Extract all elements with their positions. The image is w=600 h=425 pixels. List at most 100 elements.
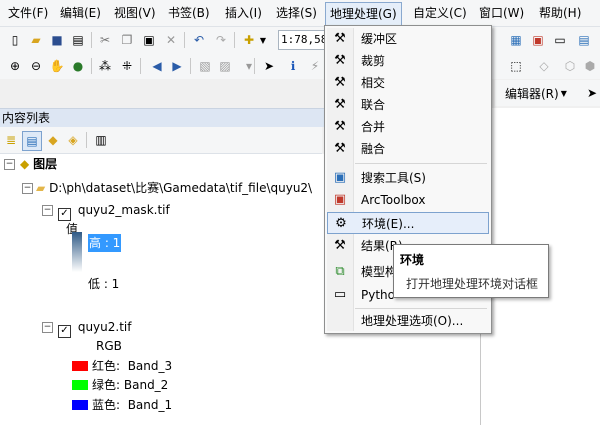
toolbox-icon[interactable]: ▣: [529, 31, 547, 49]
menu-bookmarks[interactable]: 书签(B): [164, 4, 214, 22]
menu-item-clip[interactable]: ⚒ 裁剪: [327, 50, 489, 72]
collapse-icon[interactable]: −: [42, 322, 53, 333]
list-by-drawing-order-icon[interactable]: ≣: [2, 131, 20, 149]
legend-high-label[interactable]: 高 : 1: [88, 234, 122, 252]
collapse-icon[interactable]: −: [22, 183, 33, 194]
forward-arrow-icon[interactable]: ▶: [168, 57, 186, 75]
toc-root-layers[interactable]: ◆ 图层: [20, 155, 57, 173]
menu-edit[interactable]: 编辑(E): [56, 4, 105, 22]
menu-help[interactable]: 帮助(H): [535, 4, 585, 22]
chevron-down-icon[interactable]: ▾: [240, 57, 258, 75]
layer-name: quyu2_mask.tif: [77, 203, 170, 217]
toolbox-icon: ▣: [333, 192, 347, 207]
menu-window[interactable]: 窗口(W): [475, 4, 528, 22]
delete-icon[interactable]: ✕: [162, 31, 180, 49]
catalog-window-icon[interactable]: ▦: [507, 31, 525, 49]
toc-layer-quyu2-mask[interactable]: ✓ quyu2_mask.tif: [58, 201, 170, 221]
results-icon: ⚒: [334, 238, 346, 253]
hammer-icon: ⚒: [334, 53, 346, 68]
folder-icon: ▰: [36, 181, 46, 195]
toolbar-separator: [254, 58, 255, 74]
menu-geoprocessing[interactable]: 地理处理(G): [325, 2, 402, 26]
toolbar-separator: [86, 132, 87, 148]
model-builder-icon[interactable]: ▤: [575, 31, 593, 49]
menu-item-label: 搜索工具(S): [361, 171, 426, 185]
toc-layer-quyu2[interactable]: ✓ quyu2.tif: [58, 318, 131, 338]
undo-icon[interactable]: ↶: [190, 31, 208, 49]
list-by-selection-icon[interactable]: ◈: [64, 131, 82, 149]
back-arrow-icon[interactable]: ◀: [148, 57, 166, 75]
python-window-icon[interactable]: ▭: [551, 31, 569, 49]
toolbar-separator: [91, 58, 92, 74]
full-extent-icon[interactable]: ●: [69, 57, 87, 75]
menu-item-buffer[interactable]: ⚒ 缓冲区: [327, 28, 489, 50]
split-icon[interactable]: ⬢: [581, 57, 599, 75]
reshape-icon[interactable]: ⬡: [561, 57, 579, 75]
copy-icon[interactable]: ❐: [118, 31, 136, 49]
menu-item-label: 合并: [361, 120, 386, 134]
layer-visibility-checkbox[interactable]: ✓: [58, 325, 71, 338]
sketch-icon[interactable]: ◇: [535, 57, 553, 75]
identify-icon[interactable]: ℹ: [284, 57, 302, 75]
map-scale-input[interactable]: 1:78,58: [278, 30, 328, 50]
toc-folder[interactable]: ▰ D:\ph\dataset\比赛\Gamedata\tif_file\quy…: [36, 179, 312, 197]
tooltip-title: 环境: [400, 253, 425, 267]
toolbar-separator: [91, 32, 92, 48]
fixed-zoom-in-icon[interactable]: ⁂: [96, 57, 114, 75]
hammer-icon: ⚒: [334, 141, 346, 156]
list-by-visibility-icon[interactable]: ◆: [44, 131, 62, 149]
band-name: Band_1: [127, 398, 173, 412]
hyperlink-icon[interactable]: ⚡: [306, 57, 324, 75]
select-arrow-icon[interactable]: ➤: [260, 57, 278, 75]
menu-select[interactable]: 选择(S): [272, 4, 321, 22]
collapse-icon[interactable]: −: [42, 205, 53, 216]
toolbar-separator: [234, 32, 235, 48]
zoom-in-icon[interactable]: ⊕: [6, 57, 24, 75]
band-name: Band_2: [123, 378, 169, 392]
redo-icon[interactable]: ↷: [212, 31, 230, 49]
zoom-out-icon[interactable]: ⊖: [27, 57, 45, 75]
paste-icon[interactable]: ▣: [140, 31, 158, 49]
menu-item-label: 环境(E)...: [362, 217, 415, 231]
menu-item-union[interactable]: ⚒ 联合: [327, 94, 489, 116]
menu-item-environments[interactable]: ⚙ 环境(E)...: [327, 212, 489, 234]
save-icon[interactable]: ■: [48, 31, 66, 49]
print-icon[interactable]: ▤: [69, 31, 87, 49]
right-tools-row1: ▦ ▣ ▭ ▤: [495, 27, 600, 53]
options-icon[interactable]: ▥: [92, 131, 110, 149]
cut-icon[interactable]: ✂: [96, 31, 114, 49]
menu-insert[interactable]: 插入(I): [221, 4, 266, 22]
folder-path: D:\ph\dataset\比赛\Gamedata\tif_file\quyu2…: [49, 181, 313, 195]
toc-panel-title: 内容列表: [0, 108, 324, 127]
legend-gradient-ramp: [72, 232, 82, 272]
list-by-source-icon[interactable]: ▤: [22, 131, 42, 151]
hammer-icon: ⚒: [334, 119, 346, 134]
edit-tool-icon[interactable]: ➤: [583, 84, 600, 102]
menu-item-label: 融合: [361, 142, 386, 156]
edit-vertices-icon[interactable]: ⬚: [507, 57, 525, 75]
hammer-icon: ⚒: [334, 75, 346, 90]
fixed-zoom-out-icon[interactable]: ⁜: [118, 57, 136, 75]
editor-menu-button[interactable]: 编辑器(R) ▼: [505, 84, 567, 102]
add-data-icon[interactable]: ✚: [240, 31, 258, 49]
new-document-icon[interactable]: ▯: [6, 31, 24, 49]
menu-item-arctoolbox[interactable]: ▣ ArcToolbox: [327, 189, 489, 211]
select-features-icon[interactable]: ▧: [196, 57, 214, 75]
menu-separator: [355, 163, 487, 164]
red-swatch: [72, 361, 88, 371]
menu-item-merge[interactable]: ⚒ 合并: [327, 116, 489, 138]
menu-item-search-tools[interactable]: ▣ 搜索工具(S): [327, 167, 489, 189]
chevron-down-icon[interactable]: ▼: [258, 31, 268, 49]
menu-item-geoprocessing-options[interactable]: 地理处理选项(O)...: [327, 310, 489, 332]
pan-hand-icon[interactable]: ✋: [48, 57, 66, 75]
menu-view[interactable]: 视图(V): [110, 4, 160, 22]
menu-customize[interactable]: 自定义(C): [409, 4, 471, 22]
menu-file[interactable]: 文件(F): [4, 4, 52, 22]
collapse-icon[interactable]: −: [4, 159, 15, 170]
menu-item-intersect[interactable]: ⚒ 相交: [327, 72, 489, 94]
hammer-icon: ⚒: [334, 31, 346, 46]
open-folder-icon[interactable]: ▰: [27, 31, 45, 49]
legend-band-green: 绿色: Band_2: [72, 376, 168, 394]
clear-selection-icon[interactable]: ▨: [216, 57, 234, 75]
menu-item-dissolve[interactable]: ⚒ 融合: [327, 138, 489, 160]
